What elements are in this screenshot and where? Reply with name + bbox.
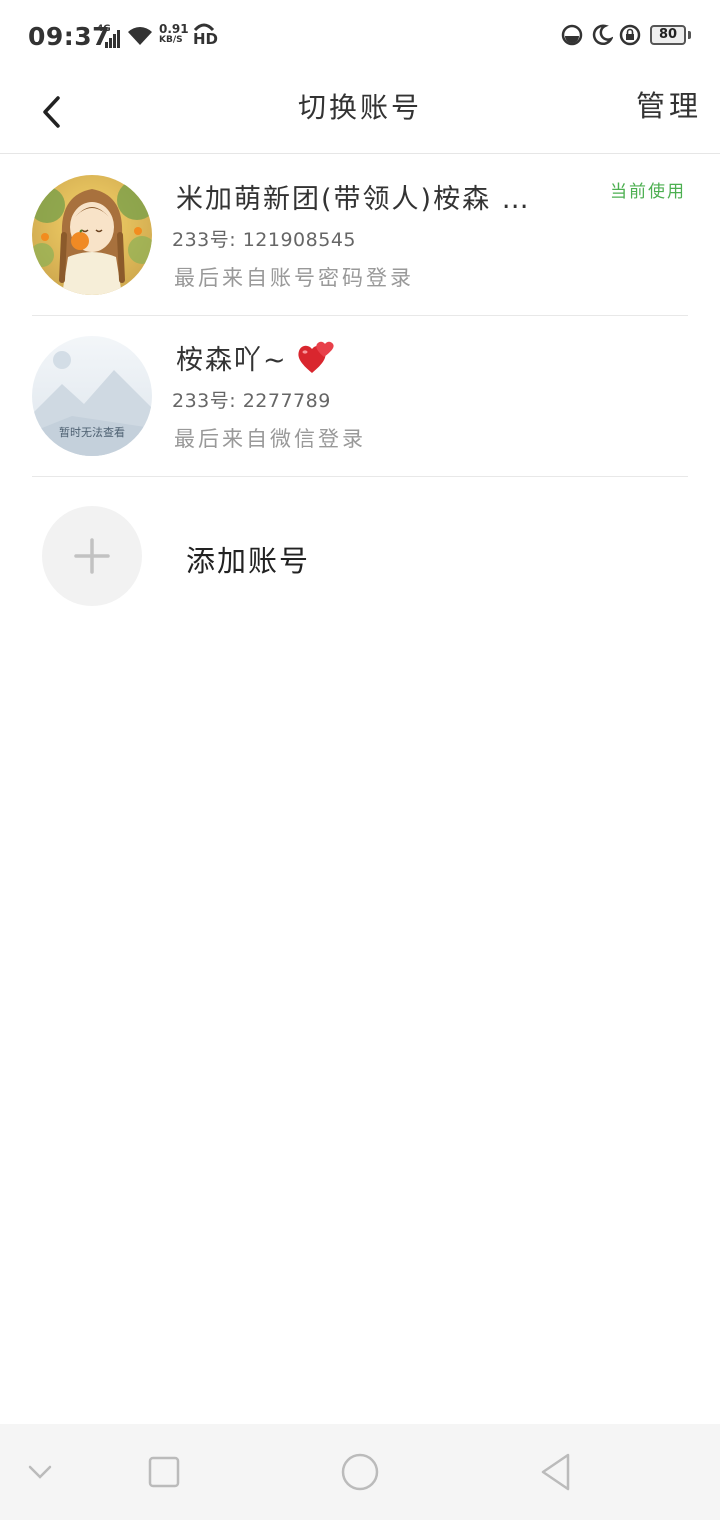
nav-hide-button[interactable] xyxy=(20,1424,60,1520)
battery-indicator: 80 xyxy=(650,25,686,45)
hd-call-icon: HD xyxy=(193,22,219,48)
system-navigation-bar xyxy=(0,1424,720,1520)
network-type-label: 4G xyxy=(97,24,111,34)
nav-back-button[interactable] xyxy=(536,1424,576,1520)
wifi-icon xyxy=(128,27,152,45)
avatar: 暂时无法查看 xyxy=(32,336,152,456)
rotation-lock-icon xyxy=(619,24,641,46)
header-bar: 切换账号 管理 xyxy=(0,72,720,154)
account-row-current[interactable]: 米加萌新团(带领人)桉森 … 当前使用 233号: 121908545 最后来自… xyxy=(32,155,688,316)
network-speed: 0.91 KB/S xyxy=(159,22,189,46)
nav-recents-button[interactable] xyxy=(144,1424,184,1520)
avatar xyxy=(32,175,152,295)
square-recents-icon xyxy=(148,1456,180,1488)
girl-orange-avatar-image xyxy=(32,175,152,295)
battery-tip xyxy=(688,31,691,39)
account-id: 233号: 121908545 xyxy=(172,229,357,251)
account-id: 233号: 2277789 xyxy=(172,390,331,412)
last-login-method: 最后来自账号密码登录 xyxy=(174,266,414,290)
switch-account-screen: 09:37 4G 0.91 KB/S HD 80 切换账号 管理 米加萌新团(带… xyxy=(0,0,720,1520)
chevron-down-icon xyxy=(28,1465,52,1479)
plus-icon xyxy=(74,538,110,574)
last-login-method: 最后来自微信登录 xyxy=(174,427,366,451)
data-saver-icon xyxy=(561,24,583,46)
hd-label: HD xyxy=(193,30,219,48)
account-name: 桉森吖~ xyxy=(176,338,336,377)
account-name: 米加萌新团(带领人)桉森 … xyxy=(176,184,531,215)
nav-home-button[interactable] xyxy=(338,1424,382,1520)
heart-emoji-icon xyxy=(298,341,334,373)
page-title: 切换账号 xyxy=(297,91,422,124)
add-account-circle xyxy=(42,506,142,606)
network-speed-value: 0.91 xyxy=(159,22,189,36)
network-speed-unit: KB/S xyxy=(159,35,183,45)
circle-home-icon xyxy=(341,1453,379,1491)
add-account-button[interactable]: 添加账号 xyxy=(32,478,688,634)
account-row[interactable]: 暂时无法查看 桉森吖~ 233号: 2277789 最后来自微信登录 xyxy=(32,316,688,477)
avatar-unavailable-text: 暂时无法查看 xyxy=(59,426,125,439)
current-account-badge: 当前使用 xyxy=(610,182,686,202)
account-name-text: 桉森吖~ xyxy=(176,345,288,376)
cellular-signal-icon: 4G xyxy=(97,24,121,48)
manage-button[interactable]: 管理 xyxy=(636,83,702,125)
status-bar: 09:37 4G 0.91 KB/S HD 80 xyxy=(0,0,720,72)
triangle-back-icon xyxy=(541,1453,570,1491)
moon-icon xyxy=(592,24,613,46)
add-account-label: 添加账号 xyxy=(186,544,311,578)
